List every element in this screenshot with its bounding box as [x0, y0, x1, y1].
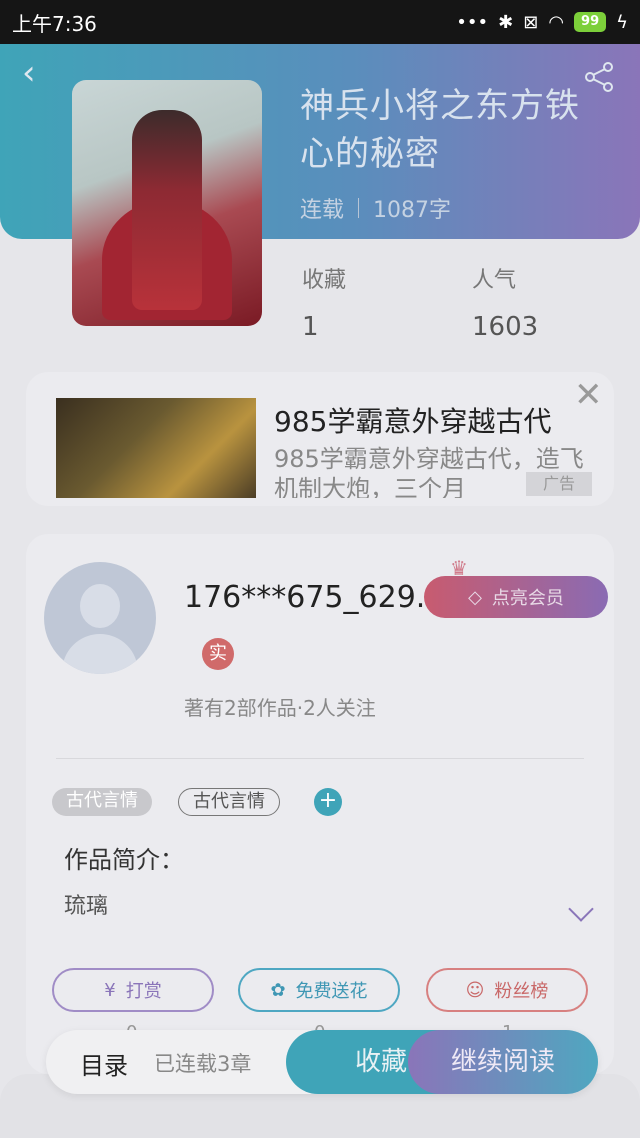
yen-icon: ¥ — [104, 979, 116, 1001]
no-sim-icon: ⊠ — [523, 11, 539, 33]
stat-collect-value: 1 — [302, 312, 319, 342]
reward-button[interactable]: ¥ 打赏 — [52, 968, 214, 1012]
add-tag-button[interactable]: + — [314, 788, 342, 816]
intro-text: 琉璃 — [64, 894, 109, 919]
vip-button[interactable]: ◇ 点亮会员 — [424, 576, 608, 618]
close-icon[interactable]: ✕ — [574, 378, 603, 412]
send-flower-label: 免费送花 — [295, 981, 368, 1002]
bluetooth-icon: ✱ — [498, 11, 514, 33]
ad-banner[interactable]: 985学霸意外穿越古代 985学霸意外穿越古代，造飞机制大炮，三个月 ✕ 广告 — [26, 372, 614, 506]
status-icons: ••• ✱ ⊠ ◠ 99 ϟ — [456, 12, 628, 33]
genre-tag[interactable]: 古代言情 — [178, 788, 280, 816]
verified-badge: 实 — [202, 638, 234, 670]
bottom-action-bar: 目录 已连载3章 收藏 继续阅读 — [46, 1030, 598, 1094]
stat-popularity: 人气 1603 — [472, 262, 538, 342]
flower-icon: ✿ — [270, 979, 286, 1001]
ad-title[interactable]: 985学霸意外穿越古代 — [274, 400, 551, 440]
diamond-icon: ◇ — [468, 586, 482, 608]
stat-popularity-label: 人气 — [472, 268, 517, 293]
avatar-body — [62, 634, 138, 674]
avatar-head — [80, 584, 120, 628]
stat-collect: 收藏 1 — [302, 262, 346, 342]
divider — [56, 758, 584, 759]
book-cover[interactable] — [72, 80, 262, 326]
genre-tag[interactable]: 古代言情 — [52, 788, 152, 816]
book-title: 神兵小将之东方铁心的秘密 — [300, 86, 580, 174]
signal-dots-icon: ••• — [456, 11, 489, 33]
send-flower-button[interactable]: ✿ 免费送花 — [238, 968, 400, 1012]
avatar[interactable] — [44, 562, 156, 674]
fans-icon: ☺ — [465, 979, 485, 1001]
status-bar: 上午7:36 ••• ✱ ⊠ ◠ 99 ϟ — [0, 0, 640, 44]
battery-icon: 99 — [574, 12, 607, 32]
fans-rank-button[interactable]: ☺ 粉丝榜 — [426, 968, 588, 1012]
intro-heading: 作品简介： — [64, 846, 184, 874]
ad-thumbnail[interactable] — [56, 398, 256, 498]
chevron-down-icon[interactable] — [568, 896, 594, 922]
book-words: 1087字 — [373, 198, 452, 223]
book-meta: 连载 1087字 — [300, 192, 451, 224]
charging-icon: ϟ — [616, 11, 628, 33]
reward-label: 打赏 — [125, 981, 162, 1002]
cover-figure — [132, 110, 202, 310]
chapter-count: 已连载3章 — [154, 1052, 252, 1076]
back-button[interactable]: ‹ — [22, 56, 36, 90]
book-status: 连载 — [300, 198, 345, 223]
author-works: 著有2部作品·2人关注 — [184, 696, 376, 720]
continue-reading-button[interactable]: 继续阅读 — [408, 1030, 598, 1094]
meta-divider — [358, 198, 360, 218]
ad-label: 广告 — [526, 472, 592, 496]
wifi-icon: ◠ — [548, 11, 565, 33]
vip-label: 点亮会员 — [491, 588, 564, 609]
toc-button[interactable]: 目录 — [80, 1046, 128, 1081]
stat-popularity-value: 1603 — [472, 312, 539, 342]
stat-collect-label: 收藏 — [302, 268, 347, 293]
fans-rank-label: 粉丝榜 — [494, 981, 549, 1002]
status-time: 上午7:36 — [12, 11, 97, 36]
author-card: 176***675_629... 实 著有2部作品·2人关注 ♛ ◇ 点亮会员 … — [26, 534, 614, 1074]
author-name[interactable]: 176***675_629... — [184, 580, 444, 615]
